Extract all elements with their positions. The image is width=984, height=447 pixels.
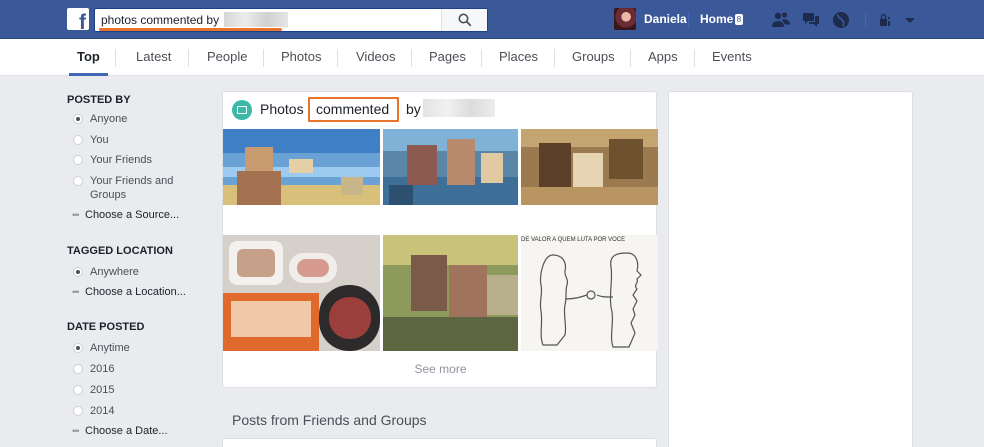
privacy-shortcuts-icon[interactable]	[877, 10, 897, 30]
nav-divider	[688, 12, 689, 28]
radio-selected-icon	[73, 114, 83, 124]
tab-pages[interactable]: Pages	[429, 39, 466, 76]
search-highlight-underline	[99, 28, 282, 31]
nav-divider	[865, 12, 866, 28]
tab-videos[interactable]: Videos	[356, 39, 396, 76]
radio-icon	[73, 135, 83, 145]
tab-apps[interactable]: Apps	[648, 39, 678, 76]
right-sidebar-panel	[668, 91, 913, 447]
profile-name: Daniela	[644, 12, 687, 26]
chevron-down-icon[interactable]	[900, 10, 920, 30]
tab-divider	[630, 49, 631, 67]
tab-divider	[263, 49, 264, 67]
tab-events[interactable]: Events	[712, 39, 752, 76]
blurred-name	[423, 99, 495, 117]
tab-places[interactable]: Places	[499, 39, 538, 76]
sketch-figures-icon	[539, 252, 642, 348]
tab-top[interactable]: Top	[69, 39, 108, 76]
tab-divider	[411, 49, 412, 67]
tab-photos[interactable]: Photos	[281, 39, 321, 76]
tab-divider	[481, 49, 482, 67]
home-link[interactable]: Home	[700, 12, 733, 26]
results-title-by: by	[406, 101, 421, 117]
tab-groups[interactable]: Groups	[572, 39, 615, 76]
results-title: Photos	[260, 101, 304, 117]
more-dots-icon: •••	[72, 426, 79, 436]
see-more-link[interactable]: See more	[223, 362, 658, 376]
photo-caption: DE VALOR A QUEM LUTA POR VOCE	[521, 237, 626, 243]
radio-icon	[73, 385, 83, 395]
tab-divider	[337, 49, 338, 67]
friend-requests-icon[interactable]	[771, 10, 791, 30]
photos-icon	[232, 100, 252, 120]
photo-thumbnail[interactable]	[383, 235, 518, 351]
tab-divider	[188, 49, 189, 67]
more-dots-icon: •••	[72, 210, 79, 220]
search-input[interactable]: photos commented by	[94, 8, 488, 32]
tab-divider	[694, 49, 695, 67]
photo-thumbnail[interactable]	[223, 129, 380, 205]
radio-icon	[73, 406, 83, 416]
filter-heading-tagged-location: TAGGED LOCATION	[67, 245, 173, 257]
top-navigation-bar: f photos commented by Daniela Home 8	[0, 0, 984, 39]
posts-card	[222, 438, 657, 447]
radio-icon	[73, 176, 83, 186]
photo-thumbnail[interactable]	[521, 129, 658, 205]
home-badge: 8	[735, 14, 743, 25]
choose-date-link[interactable]: ••• Choose a Date...	[72, 425, 168, 437]
posts-section-heading: Posts from Friends and Groups	[232, 412, 427, 428]
tab-divider	[554, 49, 555, 67]
choose-source-link[interactable]: ••• Choose a Source...	[72, 209, 179, 221]
filter-heading-date-posted: DATE POSTED	[67, 321, 145, 333]
photo-thumbnail[interactable]: DE VALOR A QUEM LUTA POR VOCE	[521, 235, 658, 351]
facebook-logo-icon[interactable]: f	[67, 8, 89, 30]
radio-selected-icon	[73, 267, 83, 277]
messages-icon[interactable]	[801, 10, 821, 30]
choose-location-link[interactable]: ••• Choose a Location...	[72, 286, 186, 298]
photo-thumbnail[interactable]	[223, 235, 380, 351]
tab-people[interactable]: People	[207, 39, 247, 76]
search-filter-tabs: Top Latest People Photos Videos Pages Pl…	[0, 39, 984, 76]
photos-results-card: Photos commented by DE VALOR A QUEM LUTA…	[222, 91, 658, 388]
radio-icon	[73, 155, 83, 165]
photo-thumbnail[interactable]	[383, 129, 518, 205]
more-dots-icon: •••	[72, 287, 79, 297]
search-button[interactable]	[441, 9, 487, 31]
filter-heading-posted-by: POSTED BY	[67, 94, 131, 106]
radio-selected-icon	[73, 343, 83, 353]
avatar	[614, 8, 636, 30]
radio-icon	[73, 364, 83, 374]
blurred-name	[224, 12, 288, 27]
tab-divider	[115, 49, 116, 67]
tab-latest[interactable]: Latest	[136, 39, 171, 76]
notifications-globe-icon[interactable]	[831, 10, 851, 30]
results-title-highlight: commented	[316, 101, 390, 117]
search-icon	[458, 13, 472, 27]
search-query-text[interactable]: photos commented by	[101, 13, 219, 27]
